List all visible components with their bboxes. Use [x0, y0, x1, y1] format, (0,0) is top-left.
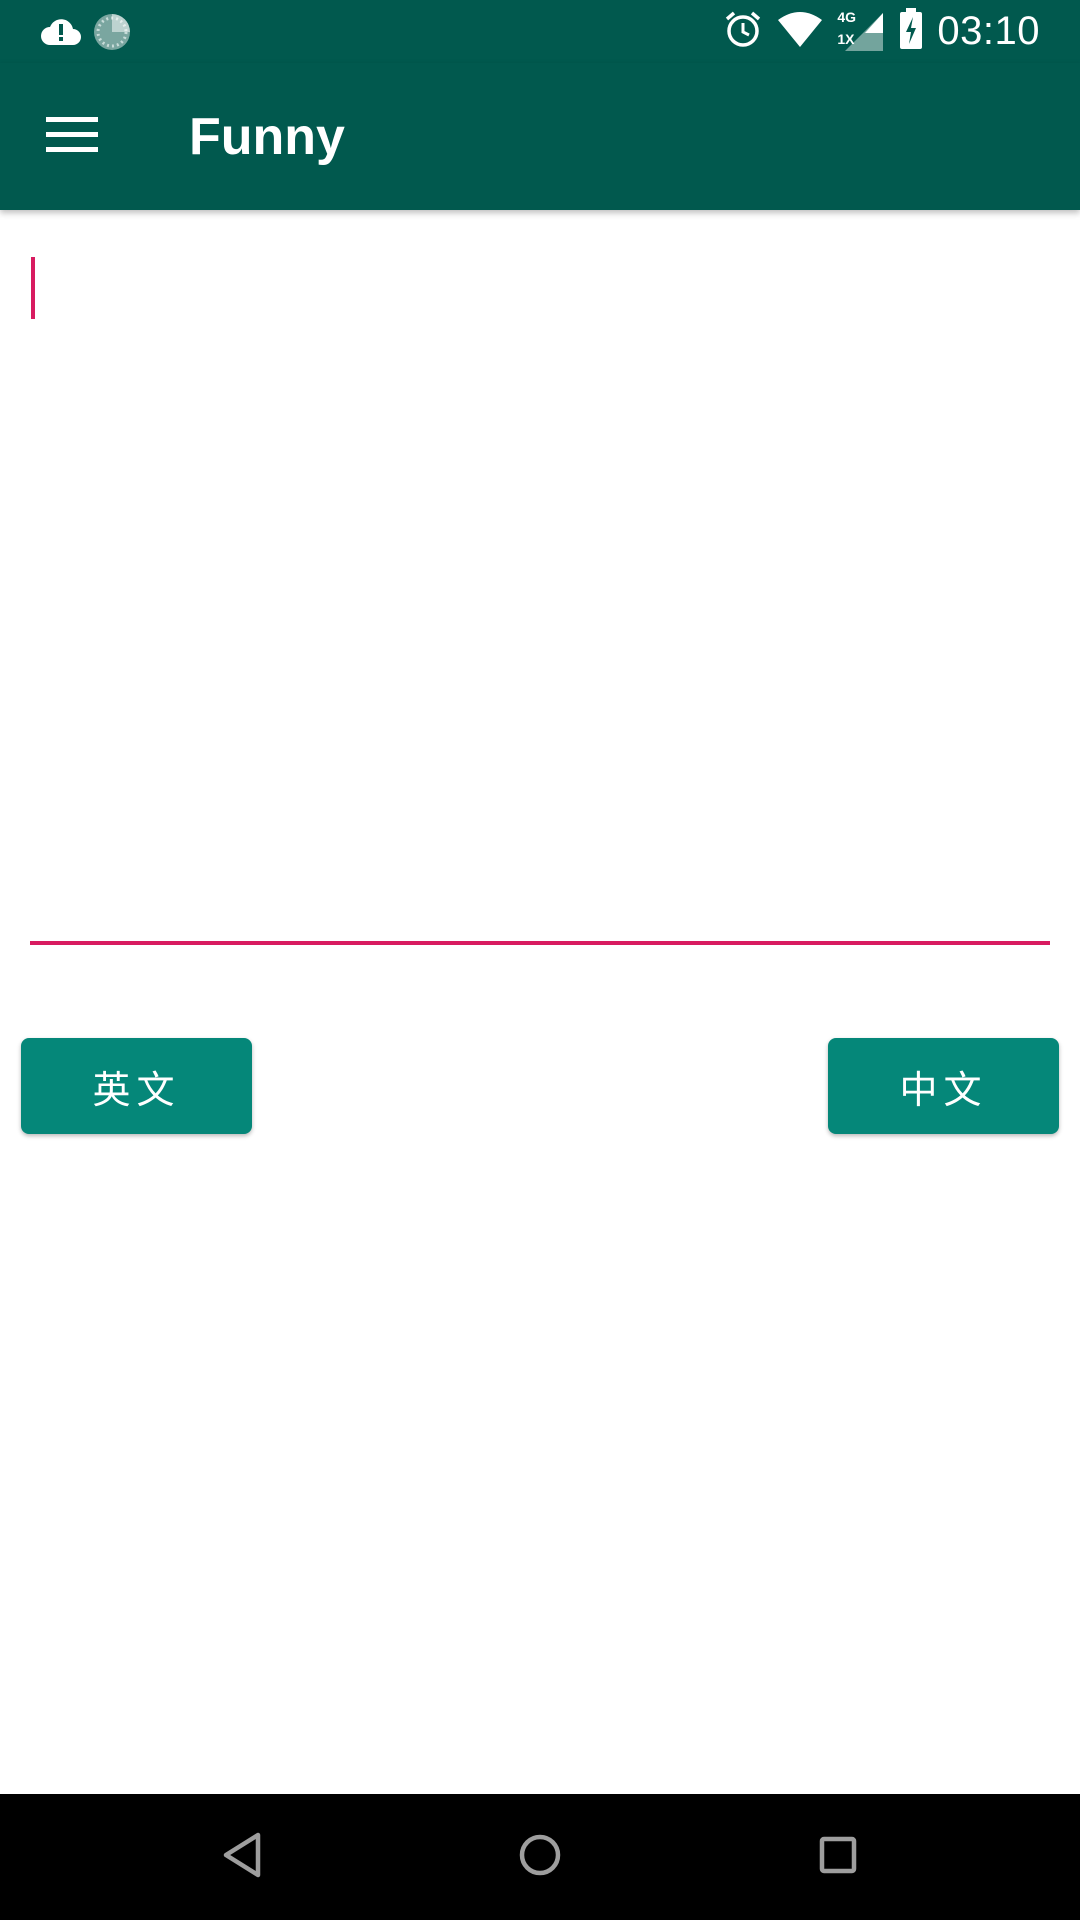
english-button-label: 英文 — [92, 1067, 181, 1112]
menu-button[interactable] — [32, 99, 112, 175]
text-input-field[interactable] — [30, 255, 1050, 945]
cell-signal-icon: 4G 1X — [837, 9, 885, 53]
system-icons: 4G 1X 03:10 — [723, 6, 1040, 56]
sync-loader-icon — [92, 12, 132, 57]
clock: 03:10 — [937, 8, 1040, 53]
english-button[interactable]: 英文 — [21, 1038, 252, 1134]
status-bar: 4G 1X 03:10 — [0, 0, 1080, 63]
main-content: 英文 中文 — [0, 210, 1080, 1794]
recents-icon — [818, 1835, 858, 1880]
home-button[interactable] — [505, 1822, 575, 1892]
navigation-bar — [0, 1794, 1080, 1920]
hamburger-menu-icon — [46, 115, 98, 160]
chinese-button-label: 中文 — [899, 1067, 988, 1112]
battery-charging-icon — [899, 7, 923, 55]
back-icon — [220, 1831, 264, 1884]
app-title: Funny — [189, 108, 345, 166]
chinese-button[interactable]: 中文 — [828, 1038, 1059, 1134]
app-bar: Funny — [0, 63, 1080, 210]
alarm-icon — [723, 9, 763, 54]
notification-icons — [40, 12, 132, 57]
wifi-icon — [777, 10, 823, 53]
recents-button[interactable] — [803, 1822, 873, 1892]
back-button[interactable] — [207, 1822, 277, 1892]
cloud-alert-icon — [40, 15, 82, 54]
network-sub-label: 1X — [837, 31, 855, 47]
home-icon — [517, 1832, 563, 1883]
network-type-label: 4G — [837, 9, 857, 25]
text-cursor — [31, 257, 35, 319]
